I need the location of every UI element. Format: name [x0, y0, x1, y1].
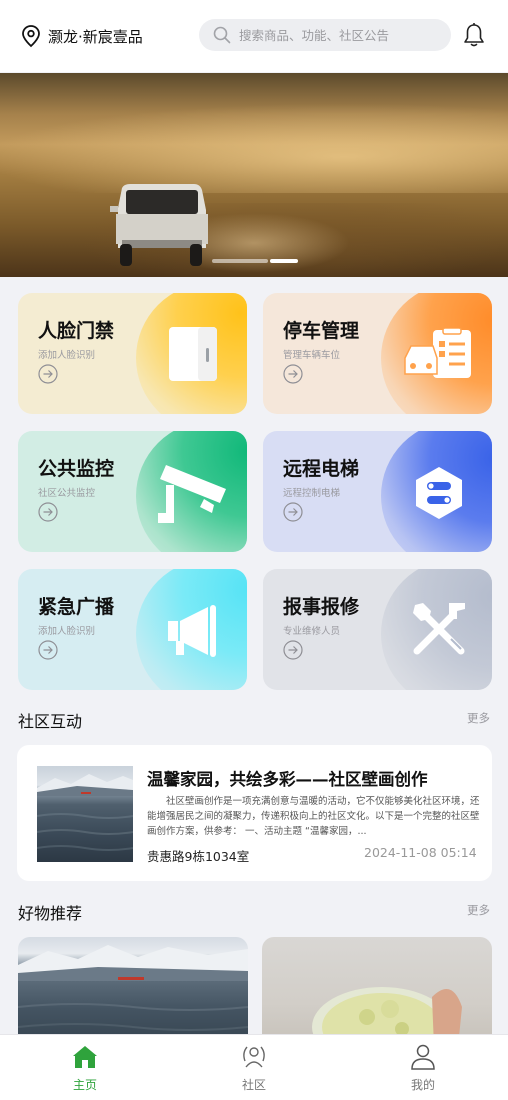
user-icon	[411, 1044, 435, 1070]
card-title: 报事报修	[283, 596, 360, 618]
feature-card-broadcast[interactable]: 紧急广播 添加人脸识别	[18, 569, 247, 690]
arrow-right-circle-icon[interactable]	[38, 502, 58, 522]
tab-label: 社区	[241, 1078, 266, 1092]
van-image	[110, 184, 208, 266]
post-excerpt: 社区壁画创作是一项充满创意与温暖的活动，它不仅能够美化社区环境，还能增强居民之间…	[147, 796, 480, 837]
banner-sky-glow	[0, 103, 508, 193]
tab-home[interactable]: 主页	[40, 1043, 130, 1093]
tab-profile[interactable]: 我的	[378, 1043, 468, 1093]
tab-community[interactable]: 社区	[209, 1043, 299, 1093]
bell-icon[interactable]	[462, 22, 486, 48]
card-subtitle: 远程控制电梯	[283, 488, 341, 499]
arrow-right-circle-icon[interactable]	[283, 640, 303, 660]
post-timestamp: 2024-11-08 05:14	[364, 845, 477, 860]
feature-card-face-access[interactable]: 人脸门禁 添加人脸识别	[18, 293, 247, 414]
community-section-title: 社区互动	[18, 712, 83, 731]
carousel-indicator	[212, 259, 298, 263]
feature-card-elevator[interactable]: 远程电梯 远程控制电梯	[263, 431, 492, 552]
search-input[interactable]	[239, 27, 439, 43]
megaphone-icon	[168, 605, 216, 657]
camera-icon	[158, 465, 226, 523]
location-selector[interactable]: 灏龙·新宸壹品	[20, 24, 143, 48]
card-title: 紧急广播	[38, 596, 115, 618]
card-title: 人脸门禁	[38, 320, 115, 342]
card-subtitle: 管理车辆车位	[283, 350, 341, 361]
feature-card-surveillance[interactable]: 公共监控 社区公共监控	[18, 431, 247, 552]
banner-carousel[interactable]	[0, 73, 508, 277]
parking-icon	[404, 328, 471, 378]
community-icon	[243, 1046, 265, 1068]
card-title: 远程电梯	[283, 458, 360, 480]
goods-item[interactable]	[18, 937, 248, 1047]
card-subtitle: 专业维修人员	[283, 626, 341, 637]
card-subtitle: 添加人脸识别	[38, 350, 96, 361]
feature-card-repair[interactable]: 报事报修 专业维修人员	[263, 569, 492, 690]
sea-mountain-image	[18, 945, 248, 1031]
door-icon	[169, 327, 217, 381]
location-pin-icon	[22, 25, 40, 48]
top-header: 灏龙·新宸壹品	[0, 0, 508, 72]
bowl-food-image	[312, 987, 462, 1047]
goods-more-link[interactable]: 更多	[467, 902, 490, 918]
arrow-right-circle-icon[interactable]	[38, 364, 58, 384]
search-bar[interactable]	[199, 19, 451, 51]
tab-label: 我的	[410, 1078, 435, 1092]
post-address: 贵惠路9栋1034室	[147, 849, 250, 864]
elevator-icon	[416, 467, 462, 519]
bottom-tab-bar: 主页 社区 我的	[0, 1034, 508, 1100]
community-more-link[interactable]: 更多	[467, 710, 490, 726]
home-icon	[73, 1046, 97, 1068]
community-post-card[interactable]: 温馨家园，共绘多彩——社区壁画创作 社区壁画创作是一项充满创意与温暖的活动，它不…	[17, 745, 492, 881]
card-subtitle: 添加人脸识别	[38, 626, 96, 637]
goods-section-title: 好物推荐	[18, 904, 83, 923]
goods-item[interactable]	[262, 937, 492, 1047]
carousel-dot-active[interactable]	[270, 259, 298, 263]
arrow-right-circle-icon[interactable]	[283, 502, 303, 522]
card-title: 公共监控	[38, 458, 115, 480]
search-icon	[213, 26, 231, 44]
carousel-dot[interactable]	[212, 259, 268, 263]
repair-tools-icon	[413, 603, 465, 655]
post-thumbnail	[37, 766, 133, 862]
banner-dust	[190, 213, 350, 273]
post-title: 温馨家园，共绘多彩——社区壁画创作	[147, 770, 428, 789]
sea-mountain-image	[37, 774, 133, 851]
location-name: 灏龙·新宸壹品	[48, 27, 143, 46]
feature-card-parking[interactable]: 停车管理 管理车辆车位	[263, 293, 492, 414]
tab-label: 主页	[72, 1078, 97, 1092]
card-title: 停车管理	[283, 320, 360, 342]
card-subtitle: 社区公共监控	[38, 488, 96, 499]
arrow-right-circle-icon[interactable]	[283, 364, 303, 384]
arrow-right-circle-icon[interactable]	[38, 640, 58, 660]
